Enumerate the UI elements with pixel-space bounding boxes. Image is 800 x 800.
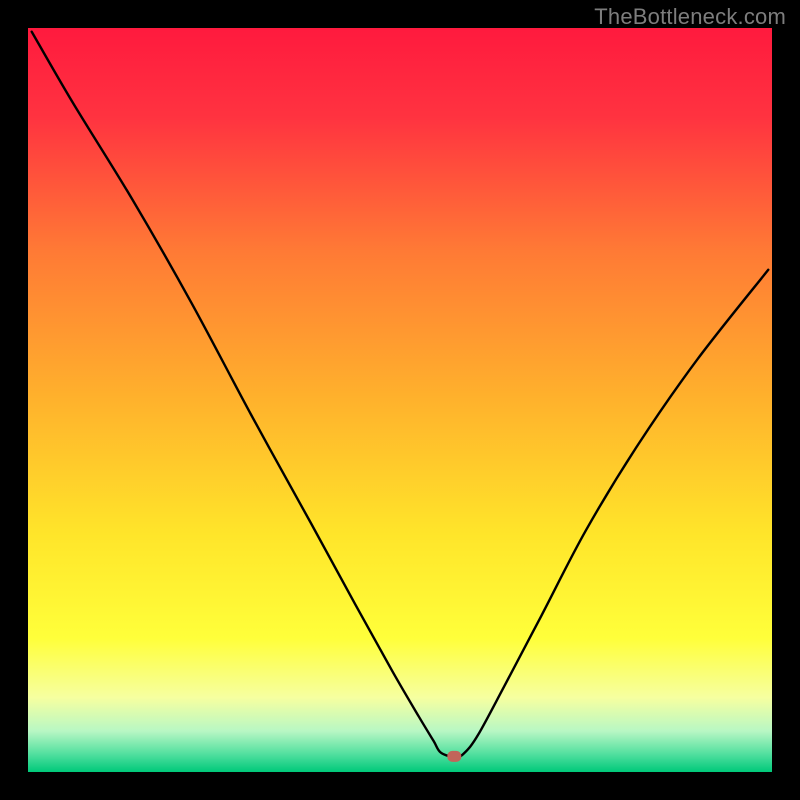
watermark-text: TheBottleneck.com bbox=[594, 4, 786, 30]
optimum-marker bbox=[447, 751, 461, 762]
chart-frame: TheBottleneck.com bbox=[0, 0, 800, 800]
chart-svg bbox=[28, 28, 772, 772]
gradient-background bbox=[28, 28, 772, 772]
chart-plot-area bbox=[28, 28, 772, 772]
